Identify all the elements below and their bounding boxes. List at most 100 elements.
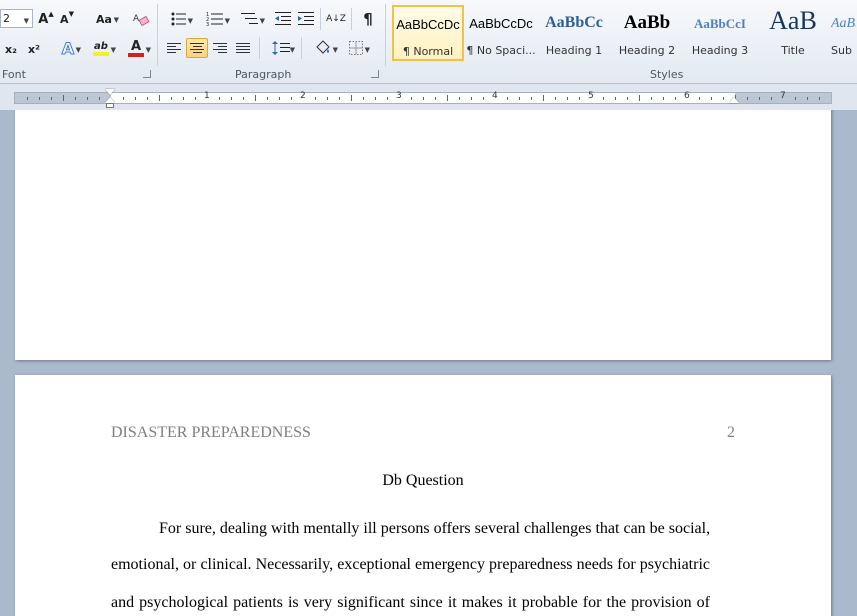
ruler-tick xyxy=(39,97,40,100)
bullets-button[interactable]: ▼ xyxy=(164,9,194,29)
ruler-tick xyxy=(75,97,76,100)
document-area[interactable]: DISASTER PREPAREDNESS 2 Db Question For … xyxy=(0,110,857,616)
page-1[interactable] xyxy=(15,110,831,360)
chevron-down-icon: ▼ xyxy=(23,17,29,25)
style-no-spacing[interactable]: AaBbCcDc ¶ No Spaci... xyxy=(465,5,537,61)
shrink-font-icon: A xyxy=(60,12,69,26)
ruler-tick xyxy=(327,97,328,100)
ruler-number: 4 xyxy=(492,91,498,101)
right-indent-marker[interactable] xyxy=(729,97,739,103)
chevron-down-icon: ▼ xyxy=(289,46,295,54)
left-indent-marker[interactable] xyxy=(106,103,114,108)
text-effects-icon: A xyxy=(61,38,75,58)
align-center-button[interactable] xyxy=(186,38,208,58)
font-size-box[interactable]: 2 ▼ xyxy=(0,9,33,28)
ruler-tick xyxy=(63,95,64,101)
ruler-tick xyxy=(147,97,148,100)
style-name: ¶ No Spaci... xyxy=(466,44,536,57)
align-left-button[interactable] xyxy=(164,38,184,58)
style-normal[interactable]: AaBbCcDc ¶ Normal xyxy=(392,5,464,61)
shrink-font-button[interactable]: A ▼ xyxy=(58,10,76,28)
grow-font-icon: A xyxy=(38,11,49,27)
body-text-line: For sure, dealing with mentally ill pers… xyxy=(159,520,711,537)
svg-text:3: 3 xyxy=(206,22,209,26)
style-name: Sub xyxy=(831,44,852,57)
line-spacing-button[interactable]: ▼ xyxy=(266,38,296,58)
justify-button[interactable] xyxy=(233,38,253,58)
paragraph-group-label: Paragraph xyxy=(235,68,292,81)
ruler-tick xyxy=(411,97,412,100)
ruler-tick xyxy=(711,97,712,100)
highlight-button[interactable]: ab ▼ xyxy=(86,38,116,58)
show-formatting-button[interactable]: ¶ xyxy=(358,9,378,29)
ruler-tick xyxy=(99,97,100,100)
styles-gallery: AaBbCcDc ¶ Normal AaBbCcDc ¶ No Spaci...… xyxy=(390,3,857,64)
sort-button[interactable]: A↓Z xyxy=(326,9,346,29)
chevron-down-icon: ▼ xyxy=(145,46,151,54)
first-line-indent-marker[interactable] xyxy=(105,89,115,95)
sort-icon: A↓Z xyxy=(326,13,346,24)
align-right-button[interactable] xyxy=(210,38,230,58)
ruler-tick xyxy=(807,97,808,100)
ruler-tick xyxy=(507,97,508,100)
style-heading-2[interactable]: AaBb Heading 2 xyxy=(611,5,683,61)
ruler-tick xyxy=(483,97,484,100)
ruler-tick xyxy=(543,95,544,101)
ruler-tick xyxy=(567,97,568,100)
font-color-icon: A xyxy=(130,38,142,54)
font-size-value: 2 xyxy=(3,12,10,25)
style-heading-3[interactable]: AaBbCcI Heading 3 xyxy=(684,5,756,61)
ruler-number: 1 xyxy=(204,91,210,101)
style-name: Title xyxy=(781,44,805,57)
change-case-button[interactable]: Aa ▼ xyxy=(90,10,119,28)
ruler-strip: 1 2 3 4 5 6 7 xyxy=(14,91,832,104)
grow-font-button[interactable]: A ▲ xyxy=(37,10,55,28)
line-spacing-icon xyxy=(272,41,290,55)
ruler-number: 2 xyxy=(300,91,306,101)
ruler-tick xyxy=(471,97,472,100)
multilevel-list-button[interactable]: ▼ xyxy=(234,9,266,29)
ruler-tick xyxy=(627,97,628,100)
ruler-tick xyxy=(771,97,772,100)
style-sample: AaBbCcDc xyxy=(396,17,460,32)
decrease-indent-icon xyxy=(275,12,291,25)
increase-indent-button[interactable] xyxy=(296,9,316,29)
ruler-tick xyxy=(267,97,268,100)
font-color-button[interactable]: A ▼ xyxy=(121,38,151,58)
group-separator xyxy=(259,37,260,59)
group-separator xyxy=(351,8,352,30)
numbering-button[interactable]: 1 2 3 ▼ xyxy=(199,9,231,29)
ruler-tick xyxy=(423,97,424,100)
ruler-tick xyxy=(435,97,436,100)
ruler-tick xyxy=(747,97,748,100)
style-name: Heading 3 xyxy=(691,44,749,57)
ruler-tick xyxy=(759,97,760,100)
page-2[interactable]: DISASTER PREPAREDNESS 2 Db Question For … xyxy=(15,375,831,616)
decrease-indent-button[interactable] xyxy=(273,9,293,29)
subscript-button[interactable]: x₂ xyxy=(2,40,20,58)
style-subtitle[interactable]: AaBb Sub xyxy=(830,5,857,61)
horizontal-ruler[interactable]: 1 2 3 4 5 6 7 xyxy=(0,84,857,110)
ruler-number: 5 xyxy=(588,91,594,101)
font-dialog-launcher[interactable] xyxy=(143,70,151,78)
superscript-button[interactable]: x² xyxy=(25,40,43,58)
chevron-down-icon: ▼ xyxy=(259,17,265,25)
ruler-tick xyxy=(219,97,220,100)
highlighter-icon: ab xyxy=(94,40,108,52)
ruler-tick xyxy=(135,97,136,100)
shading-button[interactable]: ▼ xyxy=(307,38,339,58)
style-title[interactable]: AaB Title xyxy=(757,5,829,61)
ruler-tick xyxy=(555,97,556,100)
borders-button[interactable]: ▼ xyxy=(341,38,371,58)
style-sample: AaBbCc xyxy=(545,14,603,31)
superscript-icon: x² xyxy=(28,42,40,56)
clear-formatting-button[interactable]: A xyxy=(130,9,152,29)
clear-formatting-icon: A xyxy=(133,14,150,27)
ruler-tick xyxy=(51,97,52,100)
font-group-label: Font xyxy=(2,68,26,81)
paragraph-dialog-launcher[interactable] xyxy=(371,70,379,78)
borders-icon xyxy=(349,41,363,55)
style-heading-1[interactable]: AaBbCc Heading 1 xyxy=(538,5,610,61)
align-center-icon xyxy=(190,43,204,53)
text-effects-button[interactable]: A ▼ xyxy=(55,38,81,58)
